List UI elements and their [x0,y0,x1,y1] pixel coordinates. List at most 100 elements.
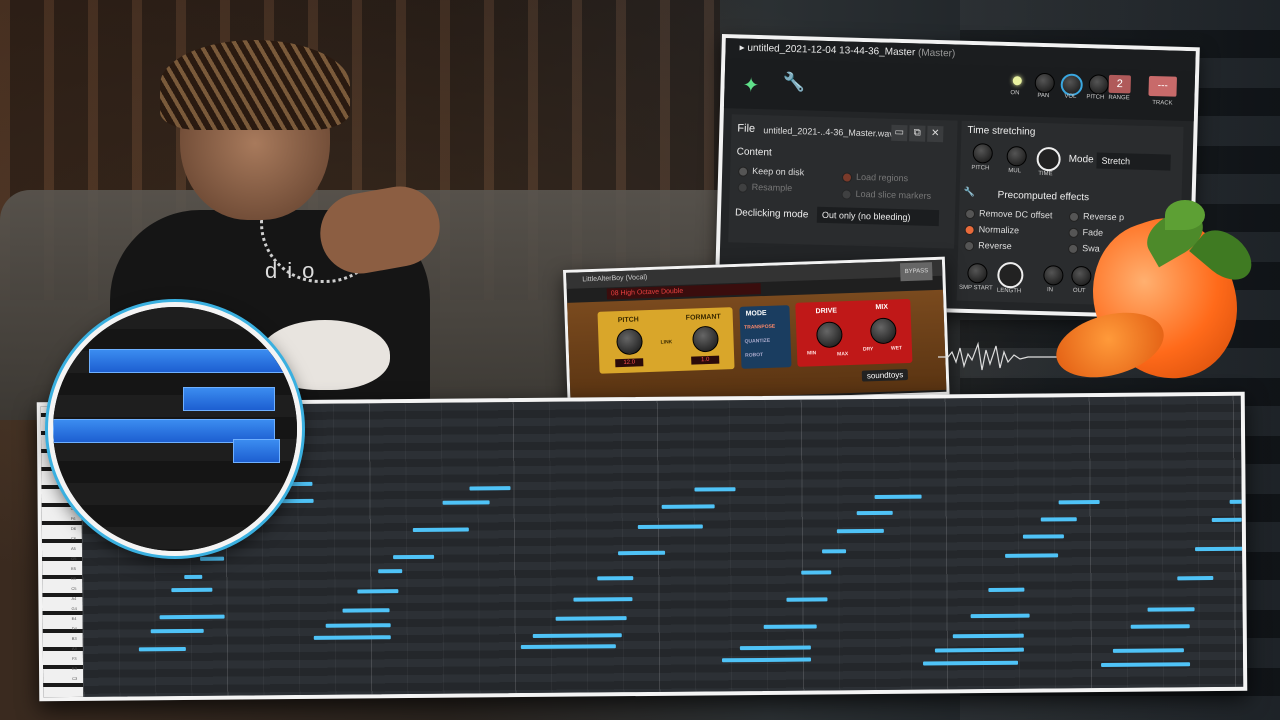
ts-mul-label: MUL [1008,168,1022,175]
midi-note[interactable] [469,486,511,491]
keep-on-disk-radio[interactable] [738,166,749,177]
midi-note[interactable] [573,597,633,602]
file-label: File [737,122,756,135]
pitch-formant-panel: PITCH FORMANT LINK 12.0 1.0 [597,307,735,374]
on-label: ON [1010,90,1020,97]
midi-note[interactable] [442,500,490,505]
waveform-tab-icon[interactable]: ✦ [742,73,759,98]
midi-note[interactable] [801,570,832,575]
midi-note[interactable] [618,550,666,556]
length-knob[interactable] [997,261,1024,289]
file-name[interactable]: untitled_2021-..4-36_Master.wav [763,125,894,139]
midi-note[interactable] [184,574,203,579]
load-slice-markers-radio[interactable] [841,189,852,200]
midi-note[interactable] [1022,534,1064,539]
pitch-display: 12.0 [615,358,644,368]
window-title: untitled_2021-12-04 13-44-36_Master [747,42,916,59]
key-label: D5 [71,575,77,581]
midi-note[interactable] [1130,624,1190,629]
midi-note[interactable] [342,608,390,613]
midi-note[interactable] [1147,607,1195,612]
mode-label: MODE [745,309,767,318]
midi-note[interactable] [555,616,627,621]
midi-note[interactable] [412,527,469,532]
resample-radio[interactable] [737,182,748,193]
midi-note[interactable] [597,576,634,581]
midi-note[interactable] [171,587,213,593]
midi-note[interactable] [694,487,736,492]
zoomed-note [233,439,280,463]
formant-knob[interactable] [692,325,719,353]
smp-start-knob[interactable] [967,262,988,284]
midi-note[interactable] [661,504,715,509]
key-label: E4 [71,615,77,621]
mode-transpose[interactable]: TRANSPOSE [744,324,775,331]
midi-note[interactable] [325,623,391,628]
pan-knob[interactable] [1034,72,1056,94]
midi-note[interactable] [822,549,847,554]
folder-icon[interactable]: ▭ [891,124,908,142]
drive-mix-panel: DRIVE MIX MIN MAX DRY WET [795,298,913,367]
midi-note[interactable] [1005,553,1059,558]
midi-note[interactable] [1211,517,1242,523]
wrench-tab-icon[interactable]: 🔧 [782,72,805,94]
range-value[interactable]: 2 [1108,74,1132,94]
link-button[interactable]: LINK [660,339,672,345]
mix-knob[interactable] [869,317,897,345]
drive-knob[interactable] [815,321,843,349]
on-led[interactable] [1012,76,1022,86]
declicking-select[interactable]: Out only (no bleeding) [816,206,940,227]
pitch-knob[interactable] [1088,74,1110,95]
midi-note[interactable] [970,613,1030,619]
midi-note[interactable] [934,647,1024,653]
pitch-knob[interactable] [616,328,643,356]
midi-note[interactable] [159,614,225,620]
midi-note[interactable] [923,660,1019,666]
midi-note[interactable] [520,644,616,650]
track-selector[interactable]: --- [1148,75,1177,97]
normalize-label: Normalize [978,224,1020,236]
midi-note[interactable] [786,597,828,602]
ts-mul-knob[interactable] [1006,146,1027,167]
midi-note[interactable] [952,633,1024,639]
mode-select[interactable]: Stretch [1096,152,1171,171]
bypass-button[interactable]: BYPASS [900,262,933,282]
ts-pitch-knob[interactable] [972,143,994,164]
close-icon[interactable]: ✕ [927,125,944,143]
midi-note[interactable] [1058,500,1100,505]
midi-note[interactable] [150,628,204,634]
midi-note[interactable] [1177,576,1214,581]
midi-note[interactable] [836,528,884,534]
load-regions-radio[interactable] [841,172,853,183]
midi-note[interactable] [988,587,1025,592]
keep-on-disk-label: Keep on disk [752,165,805,178]
normalize-radio[interactable] [964,224,975,236]
midi-note[interactable] [721,657,812,663]
midi-note[interactable] [357,589,399,594]
midi-note[interactable] [1195,546,1248,552]
midi-note[interactable] [1040,517,1077,522]
remove-dc-radio[interactable] [964,208,976,220]
reverse-radio[interactable] [964,240,975,252]
midi-note[interactable] [763,624,817,629]
midi-note[interactable] [1229,499,1248,504]
mode-robot[interactable]: ROBOT [745,352,763,359]
midi-note[interactable] [637,524,703,530]
midi-note[interactable] [1112,648,1184,653]
midi-note[interactable] [200,556,225,561]
ts-pitch-label: PITCH [971,165,990,172]
mode-panel: MODE TRANSPOSE QUANTIZE ROBOT [739,305,792,369]
midi-note[interactable] [138,646,186,652]
midi-note[interactable] [739,645,811,651]
midi-note[interactable] [1101,662,1191,667]
midi-note[interactable] [874,494,922,499]
midi-note[interactable] [393,554,435,560]
mode-quantize[interactable]: QUANTIZE [745,338,771,345]
midi-note[interactable] [532,633,622,638]
ts-time-knob[interactable] [1036,146,1061,172]
midi-note[interactable] [313,635,391,640]
midi-note[interactable] [856,510,893,516]
midi-note[interactable] [378,569,403,574]
little-alterboy-window: LittleAlterBoy (Vocal) BYPASS 08 High Oc… [563,256,950,408]
browse-icon[interactable]: ⧉ [909,125,926,142]
